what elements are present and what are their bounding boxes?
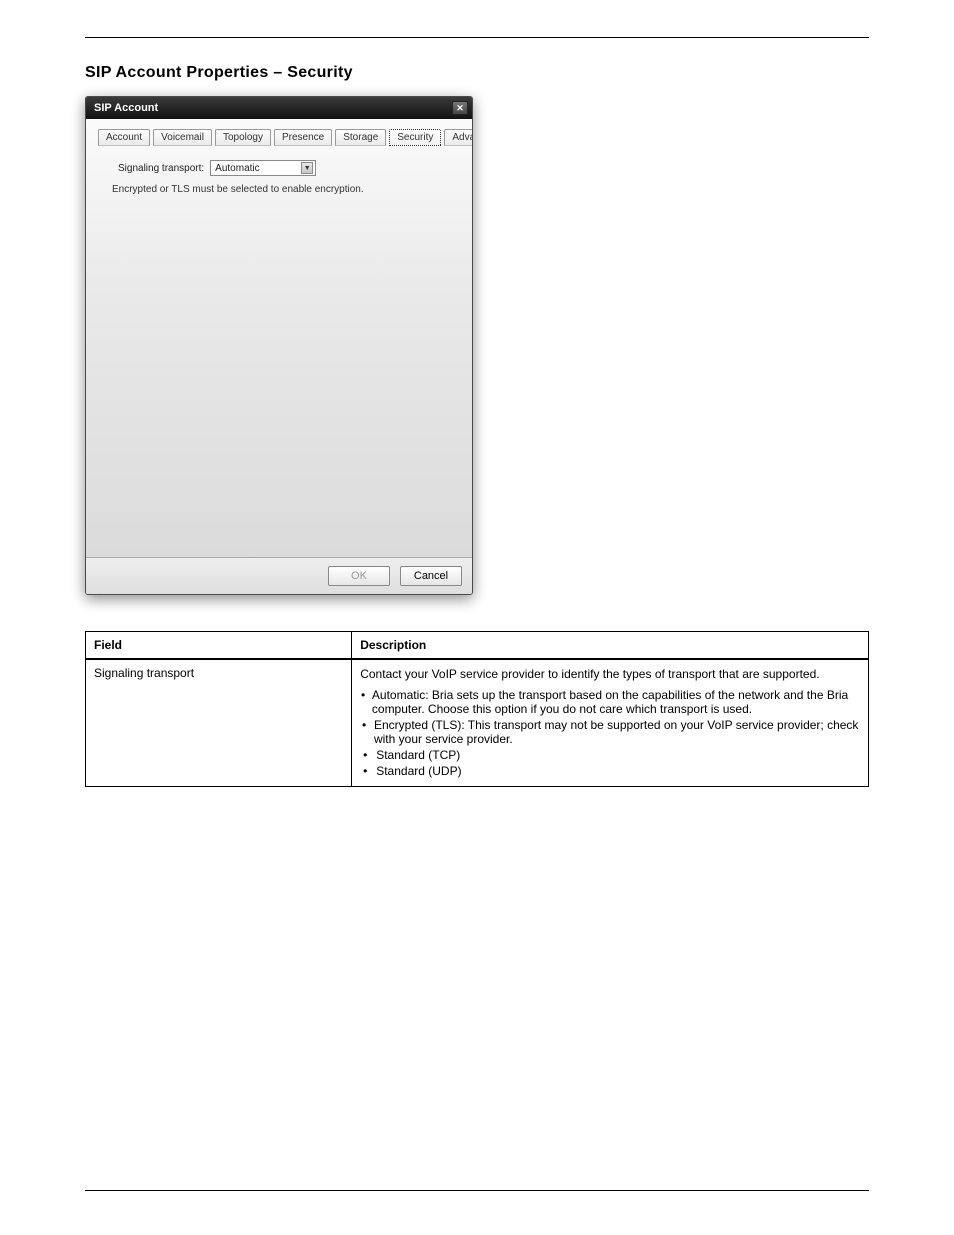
tab-advanced[interactable]: Advanced [444,129,473,146]
desc-bullet: Automatic: Bria sets up the transport ba… [372,688,860,716]
bullet-icon: • [360,688,366,716]
col-header-field: Field [86,632,352,660]
cell-field-description: Contact your VoIP service provider to id… [352,659,869,787]
ok-button[interactable]: OK [328,566,390,586]
tab-account[interactable]: Account [98,129,150,146]
bullet-icon: • [360,764,370,778]
signaling-transport-value: Automatic [215,163,259,174]
table-row: Signaling transport Contact your VoIP se… [86,659,869,787]
desc-bullet: Encrypted (TLS): This transport may not … [374,718,860,746]
field-description-table: Field Description Signaling transport Co… [85,631,869,787]
sip-account-dialog: SIP Account ✕ Account Voicemail Topology… [85,96,473,595]
signaling-transport-label: Signaling transport: [118,163,204,174]
encryption-info-text: Encrypted or TLS must be selected to ena… [112,184,460,195]
cancel-button[interactable]: Cancel [400,566,462,586]
tab-topology[interactable]: Topology [215,129,271,146]
dialog-title: SIP Account [94,102,158,114]
table-header-row: Field Description [86,632,869,660]
bullet-icon: • [360,718,368,746]
tab-strip: Account Voicemail Topology Presence Stor… [98,129,460,146]
chevron-down-icon: ▼ [301,162,313,174]
tab-voicemail[interactable]: Voicemail [153,129,212,146]
signaling-transport-select[interactable]: Automatic ▼ [210,160,316,176]
section-heading: SIP Account Properties – Security [85,64,869,82]
close-icon[interactable]: ✕ [452,101,468,115]
bullet-icon: • [360,748,370,762]
col-header-description: Description [352,632,869,660]
tab-storage[interactable]: Storage [335,129,386,146]
tab-security[interactable]: Security [389,129,441,146]
desc-bullet: Standard (UDP) [376,764,461,778]
tab-presence[interactable]: Presence [274,129,332,146]
desc-paragraph: Contact your VoIP service provider to id… [360,666,860,682]
dialog-titlebar: SIP Account ✕ [86,97,472,119]
desc-bullet: Standard (TCP) [376,748,460,762]
cell-field-name: Signaling transport [86,659,352,787]
